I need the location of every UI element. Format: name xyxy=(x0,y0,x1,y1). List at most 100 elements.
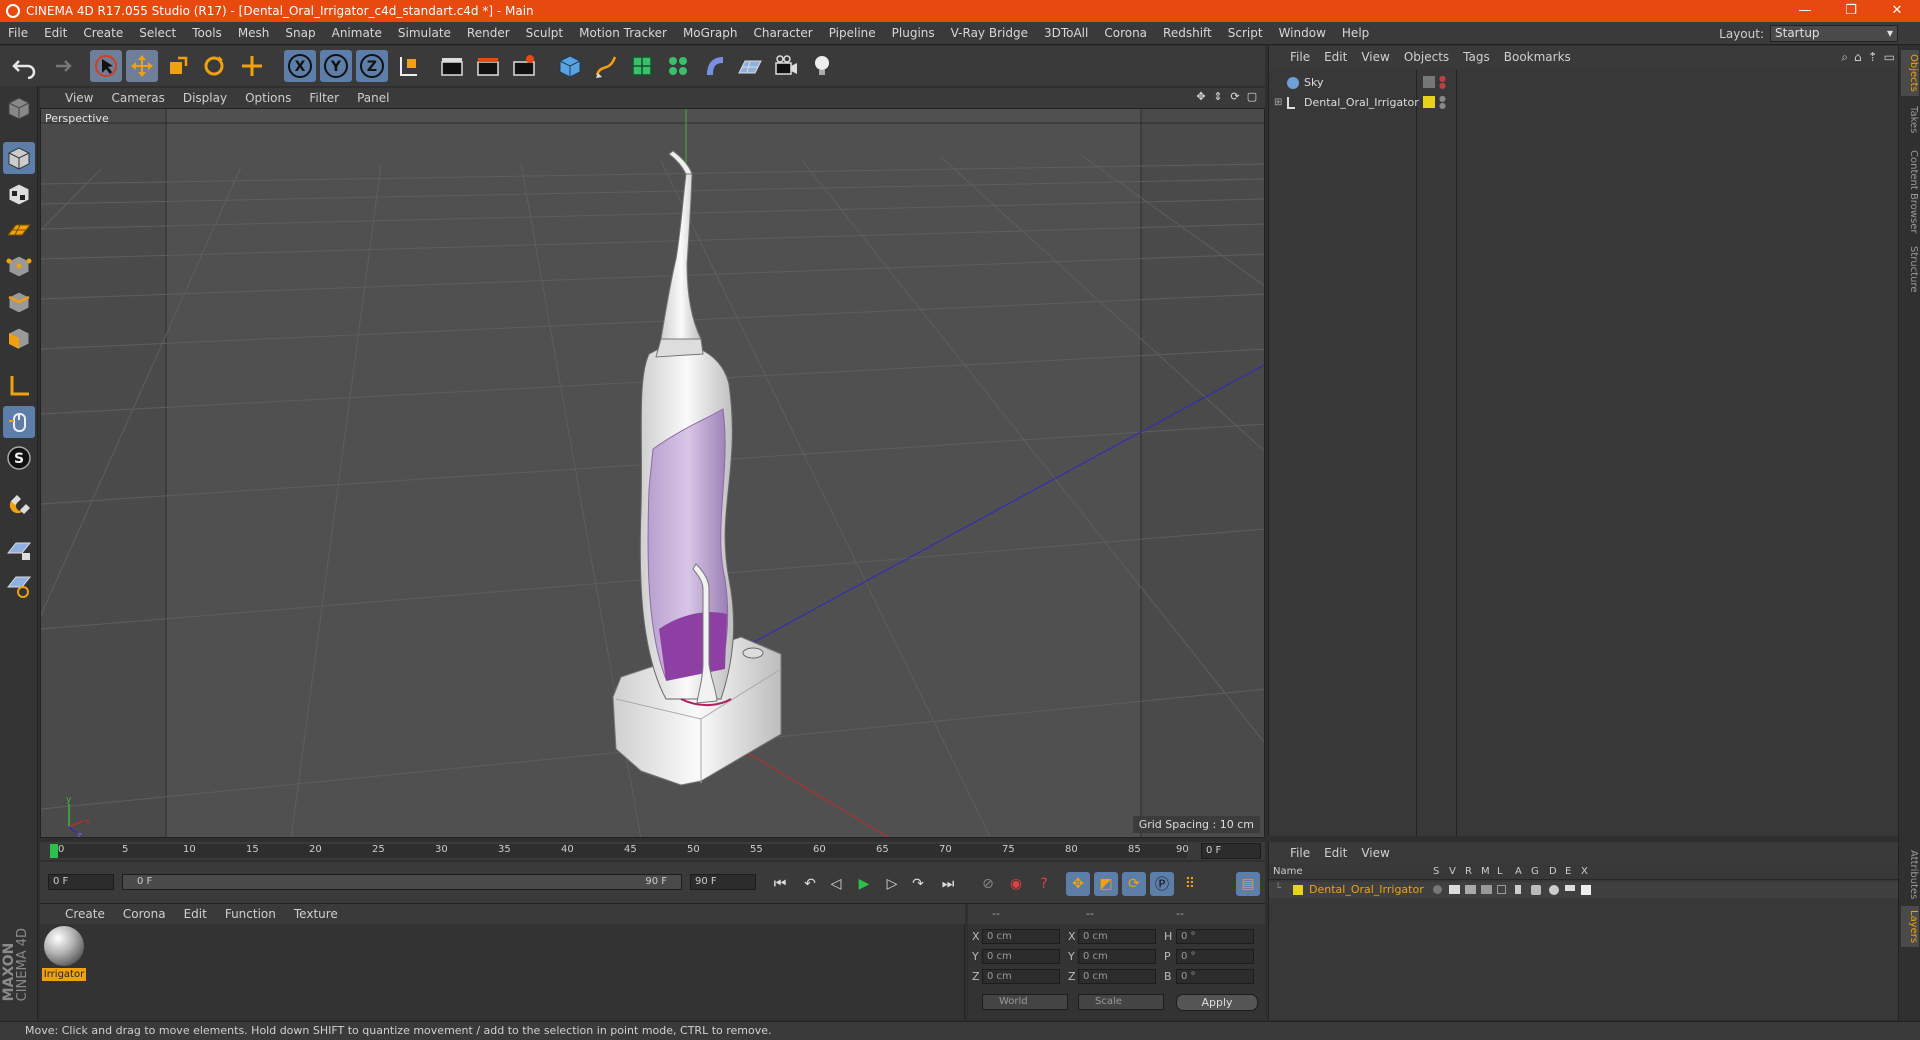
point-mode-button[interactable] xyxy=(3,250,35,282)
home-icon[interactable]: ⌂ xyxy=(1854,50,1862,65)
make-editable-button[interactable] xyxy=(3,92,35,124)
menu-vray-bridge[interactable]: V-Ray Bridge xyxy=(943,22,1036,45)
end-frame-field[interactable]: 90 F xyxy=(690,874,756,890)
maximize-button[interactable]: ❐ xyxy=(1828,0,1874,22)
object-row-sky[interactable]: Sky xyxy=(1269,74,1417,92)
cloner-button[interactable] xyxy=(662,50,694,82)
rotation-b-field[interactable]: 0 ° xyxy=(1176,969,1254,984)
next-frame-button[interactable]: ▷ xyxy=(880,872,904,896)
previous-frame-button[interactable]: ◁ xyxy=(824,872,848,896)
menu-corona[interactable]: Corona xyxy=(1096,22,1155,45)
workplane-mode-button[interactable] xyxy=(3,214,35,246)
menu-help[interactable]: Help xyxy=(1334,22,1377,45)
rotation-h-field[interactable]: 0 ° xyxy=(1176,929,1254,944)
menu-simulate[interactable]: Simulate xyxy=(390,22,459,45)
model-mode-button[interactable] xyxy=(3,142,35,174)
floor-object-button[interactable] xyxy=(734,50,766,82)
object-row-dental-oral-irrigator[interactable]: ⊞ Dental_Oral_Irrigator xyxy=(1269,94,1419,112)
material-menu-function[interactable]: Function xyxy=(216,907,285,921)
visibility-dots-icon[interactable]: ● ● xyxy=(1439,95,1446,110)
tab-takes[interactable]: Takes xyxy=(1901,102,1919,137)
x-axis-lock-button[interactable]: X xyxy=(284,50,316,82)
keyframe-selection-button[interactable]: ? xyxy=(1032,872,1056,896)
viewport-menu-options[interactable]: Options xyxy=(236,91,300,105)
timeline-playhead[interactable] xyxy=(50,844,58,858)
expand-icon[interactable]: ⊞ xyxy=(1274,94,1282,112)
coordinate-space-dropdown[interactable]: World xyxy=(982,994,1068,1010)
visibility-dots-icon[interactable]: ● ● xyxy=(1439,75,1446,90)
timeline-ruler[interactable]: 0 5 10 15 20 25 30 35 40 45 50 55 60 65 … xyxy=(40,842,1265,860)
viewport-menu-filter[interactable]: Filter xyxy=(300,91,348,105)
rotation-key-button[interactable]: ⟳ xyxy=(1122,872,1146,896)
preview-range-slider[interactable]: 0 F 90 F xyxy=(122,874,682,890)
subdivision-surface-button[interactable] xyxy=(626,50,658,82)
position-y-field[interactable]: 0 cm xyxy=(982,949,1060,964)
planar-workplane-button[interactable] xyxy=(3,570,35,602)
manager-toggle-icon[interactable] xyxy=(1481,885,1492,894)
size-x-field[interactable]: 0 cm xyxy=(1078,929,1156,944)
tab-layers[interactable]: Layers xyxy=(1901,906,1919,948)
tab-objects[interactable]: Objects xyxy=(1901,50,1919,96)
scale-key-button[interactable]: ◩ xyxy=(1094,872,1118,896)
om-menu-view[interactable]: View xyxy=(1354,46,1396,68)
material-menu-texture[interactable]: Texture xyxy=(285,907,347,921)
material-menu-edit[interactable]: Edit xyxy=(175,907,216,921)
expression-toggle-icon[interactable] xyxy=(1565,885,1575,891)
move-tool-button[interactable] xyxy=(126,50,158,82)
solo-button[interactable]: S xyxy=(3,442,35,474)
viewport-menu-cameras[interactable]: Cameras xyxy=(102,91,173,105)
menu-plugins[interactable]: Plugins xyxy=(884,22,943,45)
animation-toggle-icon[interactable] xyxy=(1515,885,1521,894)
menu-mesh[interactable]: Mesh xyxy=(230,22,278,45)
go-to-end-button[interactable]: ⏭ xyxy=(936,872,960,896)
play-button[interactable]: ▶ xyxy=(852,872,876,896)
tab-structure[interactable]: Structure xyxy=(1901,242,1919,297)
timeline-window-button[interactable]: ▤ xyxy=(1236,872,1260,896)
current-frame-field[interactable]: 0 F xyxy=(1201,843,1261,859)
menu-sculpt[interactable]: Sculpt xyxy=(518,22,571,45)
size-mode-dropdown[interactable]: Scale xyxy=(1078,994,1164,1010)
record-keys-button[interactable]: ⊘ xyxy=(976,872,1000,896)
lock-workplane-button[interactable] xyxy=(3,534,35,566)
layer-name[interactable]: Dental_Oral_Irrigator xyxy=(1309,883,1424,896)
position-x-field[interactable]: 0 cm xyxy=(982,929,1060,944)
menu-select[interactable]: Select xyxy=(131,22,184,45)
tab-attributes[interactable]: Attributes xyxy=(1901,846,1919,903)
camera-button[interactable] xyxy=(770,50,802,82)
menu-window[interactable]: Window xyxy=(1271,22,1334,45)
deformer-button[interactable] xyxy=(698,50,730,82)
rotate-tool-button[interactable] xyxy=(198,50,230,82)
menu-redshift[interactable]: Redshift xyxy=(1155,22,1220,45)
next-key-button[interactable]: ↷ xyxy=(906,872,930,896)
y-axis-lock-button[interactable]: Y xyxy=(320,50,352,82)
menu-snap[interactable]: Snap xyxy=(277,22,323,45)
scale-tool-button[interactable] xyxy=(162,50,194,82)
3d-viewport[interactable]: y x z Perspective Grid Spacing : 10 cm xyxy=(40,108,1265,838)
om-menu-objects[interactable]: Objects xyxy=(1397,46,1456,68)
apply-button[interactable]: Apply xyxy=(1176,994,1258,1011)
edit-render-settings-button[interactable] xyxy=(508,50,540,82)
solo-toggle-icon[interactable] xyxy=(1433,885,1442,894)
menu-tools[interactable]: Tools xyxy=(184,22,230,45)
viewport-move-icon[interactable]: ✥ xyxy=(1194,90,1208,104)
material-menu-create[interactable]: Create xyxy=(56,907,114,921)
pla-key-button[interactable]: ⠿ xyxy=(1178,872,1202,896)
menu-animate[interactable]: Animate xyxy=(324,22,390,45)
minimize-button[interactable]: — xyxy=(1782,0,1828,22)
viewport-menu-panel[interactable]: Panel xyxy=(348,91,398,105)
material-swatch[interactable]: Irrigator xyxy=(40,924,88,984)
viewport-menu-view[interactable]: View xyxy=(56,91,102,105)
redo-button[interactable] xyxy=(44,50,76,82)
viewport-maximize-icon[interactable]: ▢ xyxy=(1245,90,1259,104)
viewport-menu-display[interactable]: Display xyxy=(174,91,236,105)
coordinate-system-button[interactable] xyxy=(392,50,424,82)
lm-menu-view[interactable]: View xyxy=(1354,842,1396,864)
texture-mode-button[interactable] xyxy=(3,178,35,210)
light-button[interactable] xyxy=(806,50,838,82)
undo-button[interactable] xyxy=(8,50,40,82)
menu-3dtoall[interactable]: 3DToAll xyxy=(1036,22,1096,45)
z-axis-lock-button[interactable]: Z xyxy=(356,50,388,82)
xref-toggle-icon[interactable] xyxy=(1581,885,1591,895)
rotation-p-field[interactable]: 0 ° xyxy=(1176,949,1254,964)
close-button[interactable]: ✕ xyxy=(1874,0,1920,22)
